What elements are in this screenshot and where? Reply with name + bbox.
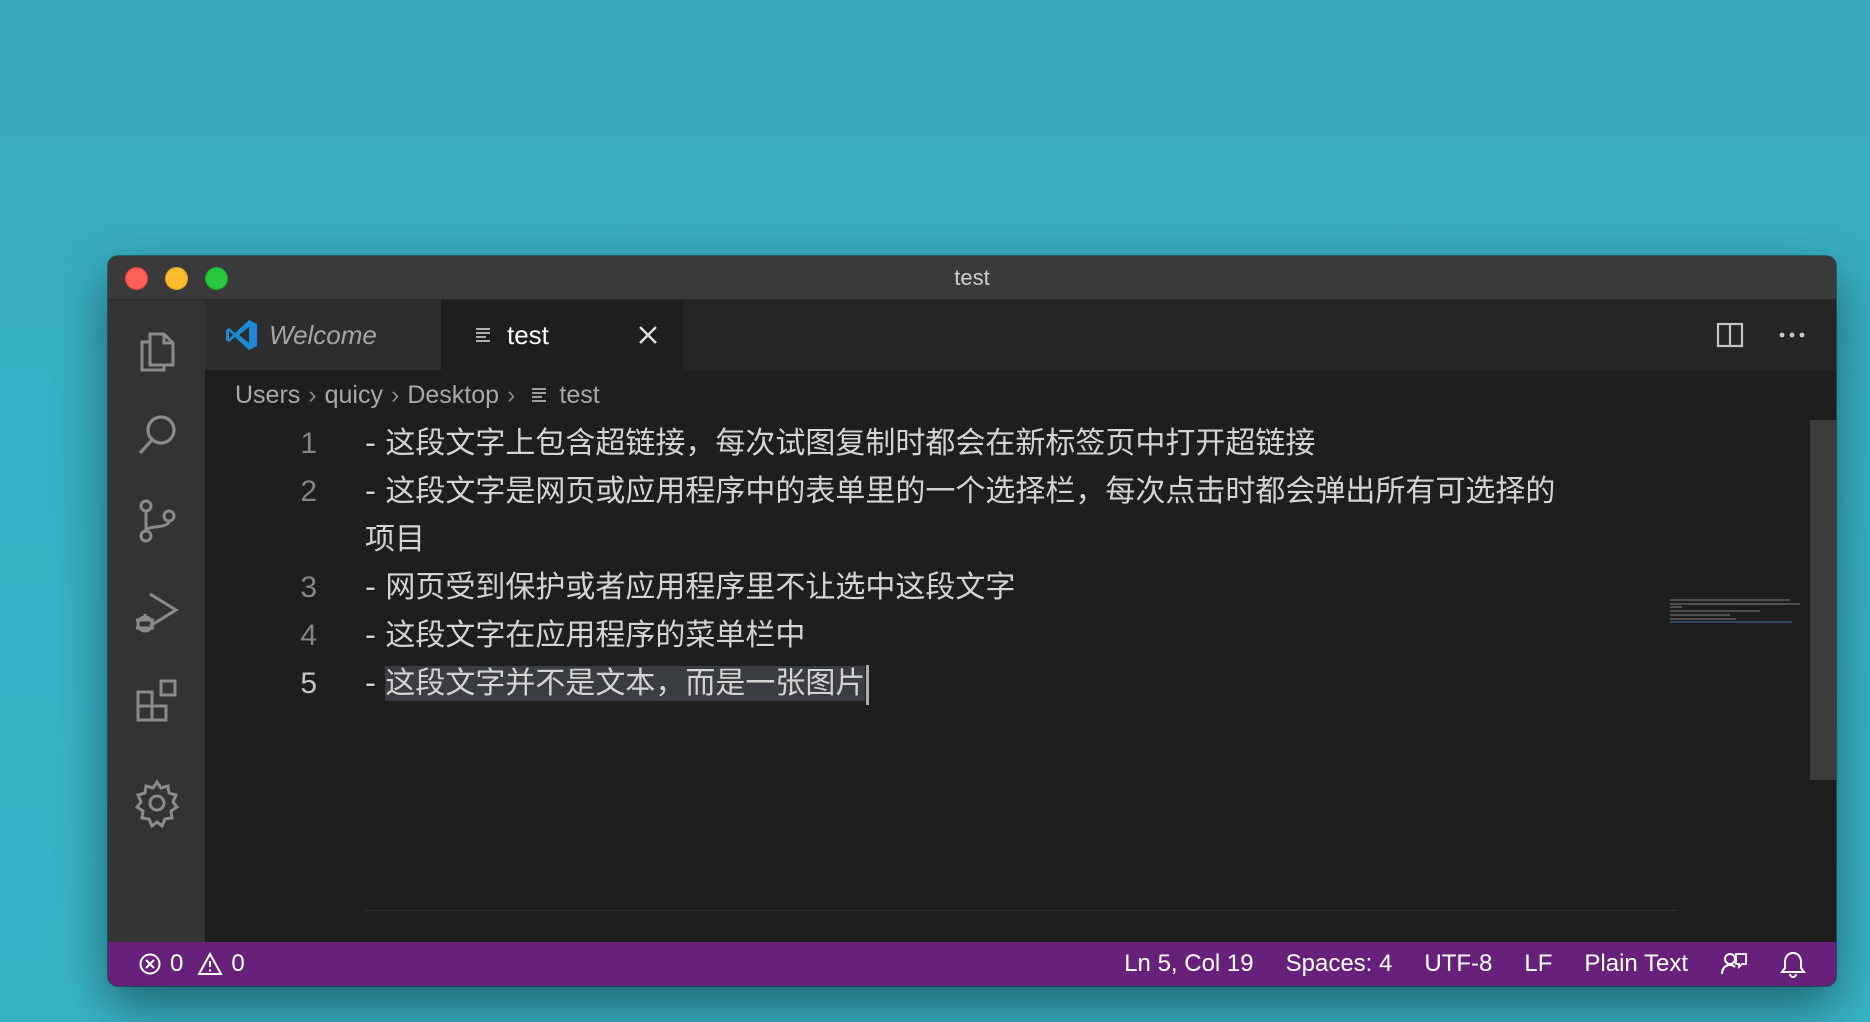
settings-gear-icon[interactable] — [132, 778, 182, 828]
encoding[interactable]: UTF-8 — [1424, 942, 1492, 986]
code-line-current: 5 - 这段文字并不是文本，而是一张图片 — [205, 660, 1776, 708]
title-bar: test — [108, 256, 1836, 300]
line-text: - 网页受到保护或者应用程序里不让选中这段文字 — [365, 570, 1016, 605]
tab-bar: Welcome test — [205, 300, 1836, 370]
warning-icon — [197, 952, 224, 975]
maximize-window-button[interactable] — [205, 267, 228, 290]
run-debug-icon[interactable] — [132, 586, 182, 636]
error-icon — [139, 953, 161, 975]
line-text: - 这段文字是网页或应用程序中的表单里的一个选择栏，每次点击时都会弹出所有可选择… — [365, 474, 1556, 509]
code-line-wrap: 项目 — [205, 516, 1776, 564]
text-cursor — [866, 664, 870, 705]
breadcrumb-item-desktop[interactable]: Desktop — [407, 381, 499, 410]
text-file-icon — [532, 388, 547, 402]
status-right: Ln 5, Col 19 Spaces: 4 UTF-8 LF Plain Te… — [1124, 942, 1806, 986]
selected-text: 这段文字并不是文本，而是一张图片 — [385, 666, 866, 701]
minimize-window-button[interactable] — [165, 267, 188, 290]
line-text: - 这段文字上包含超链接，每次试图复制时都会在新标签页中打开超链接 — [365, 426, 1316, 461]
tab-welcome[interactable]: Welcome — [205, 300, 441, 370]
code-line: 3 - 网页受到保护或者应用程序里不让选中这段文字 — [205, 564, 1776, 612]
tab-test[interactable]: test — [441, 300, 683, 370]
error-count: 0 — [170, 950, 184, 977]
chevron-right-icon: › — [391, 380, 400, 409]
more-actions-icon[interactable] — [1778, 321, 1806, 349]
split-editor-icon[interactable] — [1716, 321, 1744, 349]
line-number: 4 — [300, 619, 317, 652]
editor-actions — [1716, 300, 1806, 370]
tab-test-label: test — [507, 319, 549, 350]
vscode-logo-icon — [226, 320, 257, 350]
chevron-right-icon: › — [507, 380, 516, 409]
code-line: 2 - 这段文字是网页或应用程序中的表单里的一个选择栏，每次点击时都会弹出所有可… — [205, 468, 1776, 516]
line-number: 3 — [300, 571, 317, 604]
chevron-right-icon: › — [308, 380, 317, 409]
problems-indicator[interactable]: 0 0 — [108, 942, 245, 986]
editor-text-area[interactable]: 1 - 这段文字上包含超链接，每次试图复制时都会在新标签页中打开超链接 2 - … — [205, 420, 1836, 958]
close-window-button[interactable] — [125, 267, 148, 290]
indentation[interactable]: Spaces: 4 — [1286, 942, 1393, 986]
language-mode[interactable]: Plain Text — [1584, 942, 1688, 986]
vertical-scrollbar[interactable] — [1810, 420, 1836, 780]
code-line: 1 - 这段文字上包含超链接，每次试图复制时都会在新标签页中打开超链接 — [205, 420, 1776, 468]
line-prefix: - — [365, 666, 386, 701]
text-file-icon — [476, 328, 490, 342]
status-bar: 0 0 Ln 5, Col 19 Spaces: 4 UTF-8 LF Plai… — [108, 942, 1836, 986]
tab-welcome-label: Welcome — [269, 319, 377, 350]
line-text: - 这段文字在应用程序的菜单栏中 — [365, 618, 806, 653]
line-number: 5 — [300, 667, 317, 700]
breadcrumb: Users › quicy › Desktop › test — [205, 370, 1836, 420]
line-text: - 这段文字并不是文本，而是一张图片 — [365, 660, 870, 708]
minimap[interactable] — [1668, 598, 1808, 628]
close-icon[interactable] — [635, 322, 661, 348]
explorer-icon[interactable] — [132, 326, 182, 376]
feedback-icon[interactable] — [1720, 950, 1748, 978]
notifications-bell-icon[interactable] — [1780, 950, 1806, 978]
search-icon[interactable] — [132, 410, 182, 460]
breadcrumb-item-test[interactable]: test — [559, 381, 599, 410]
activity-bar — [108, 300, 205, 942]
window-title: test — [954, 265, 990, 290]
breadcrumb-item-users[interactable]: Users — [235, 381, 300, 410]
source-control-icon[interactable] — [132, 496, 182, 546]
extensions-icon[interactable] — [132, 676, 182, 726]
warning-count: 0 — [231, 950, 245, 977]
breadcrumb-item-quicy[interactable]: quicy — [325, 381, 383, 410]
end-of-line[interactable]: LF — [1524, 942, 1552, 986]
line-text-wrapped: 项目 — [365, 522, 425, 557]
line-number: 1 — [300, 427, 317, 460]
code-line: 4 - 这段文字在应用程序的菜单栏中 — [205, 612, 1776, 660]
vscode-window: test Welcome test Users › quicy › Deskto… — [108, 256, 1836, 986]
cursor-position[interactable]: Ln 5, Col 19 — [1124, 942, 1253, 986]
line-number: 2 — [300, 475, 317, 508]
